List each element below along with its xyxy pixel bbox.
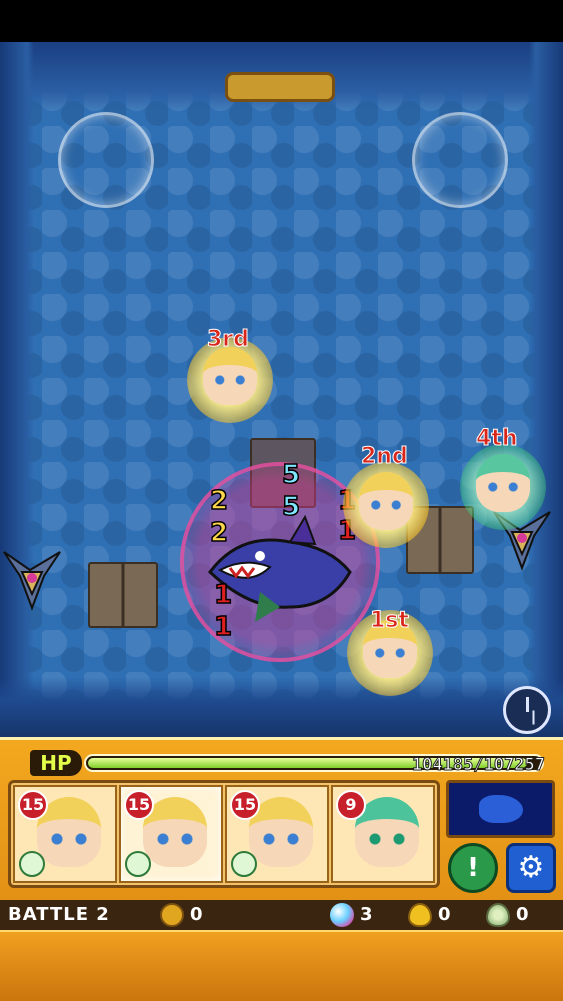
- card-eyes: [155, 833, 195, 845]
- party-card-4[interactable]: 9: [331, 785, 435, 883]
- status-row: BATTLE 2 0 3 0 0: [0, 900, 563, 930]
- field-border-bottom: [0, 677, 563, 737]
- hp-label: HP: [30, 750, 82, 776]
- block-wall-left: [88, 562, 158, 628]
- orb-icon: [330, 903, 354, 927]
- coin-value: 0: [190, 904, 203, 925]
- party-card-3[interactable]: 15: [225, 785, 329, 883]
- gear-icon[interactable]: ⚙: [506, 843, 556, 893]
- card-level-badge: 15: [18, 790, 48, 820]
- card-level-badge: 15: [124, 790, 154, 820]
- hp-value: 104185/107257: [411, 755, 545, 776]
- orb-value: 3: [360, 904, 373, 925]
- wood-element-icon: [19, 851, 45, 877]
- party-frame: 15 15 15 9: [8, 780, 440, 888]
- turn-counter: 1: [213, 580, 233, 610]
- bottom-panel: HP 104185/107257 15 15 15 9 ! ⚙ BATTLE 2…: [0, 737, 563, 1001]
- gold-egg-value: 0: [438, 904, 451, 925]
- battle-text: BATTLE: [8, 904, 89, 925]
- wood-element-icon: [125, 851, 151, 877]
- battle-label: BATTLE 2: [8, 904, 110, 925]
- battlefield: 2 2 5 5 1 1 1 1 3rd 2nd 4th 1st: [0, 42, 563, 737]
- card-eyes: [49, 833, 89, 845]
- silver-egg-icon: [486, 903, 510, 927]
- unit-eyes: [369, 500, 403, 510]
- turn-order-label: 4th: [476, 426, 518, 452]
- unit-eyes: [373, 648, 407, 658]
- warp-portal-left: [58, 112, 154, 208]
- turn-order-label: 2nd: [361, 444, 409, 470]
- top-black-bar: [0, 0, 563, 42]
- card-level-badge: 9: [336, 790, 366, 820]
- minion-enemy-left[interactable]: [0, 532, 64, 612]
- field-border-left: [0, 42, 34, 737]
- party-card-2[interactable]: 15: [119, 785, 223, 883]
- player-unit-4th[interactable]: [460, 444, 546, 530]
- card-eyes: [261, 833, 301, 845]
- warp-portal-right: [412, 112, 508, 208]
- turn-order-label: 3rd: [207, 327, 250, 353]
- silver-egg-value: 0: [516, 904, 529, 925]
- panel-footer: [0, 930, 563, 1001]
- wood-element-icon: [231, 851, 257, 877]
- turn-order-label: 1st: [370, 608, 410, 634]
- turn-counter: 5: [281, 492, 301, 522]
- card-level-badge: 15: [230, 790, 260, 820]
- turn-counter: 2: [209, 486, 229, 516]
- boss-radar-icon[interactable]: [446, 780, 555, 838]
- party-card-1[interactable]: 15: [13, 785, 117, 883]
- coin-icon: [160, 903, 184, 927]
- gate-ornament: [225, 72, 335, 102]
- unit-eyes: [486, 482, 520, 492]
- card-eyes: [367, 833, 407, 845]
- turn-counter: 2: [209, 518, 229, 548]
- clock-icon[interactable]: [503, 686, 551, 734]
- unit-eyes: [213, 375, 247, 385]
- battle-number: 2: [96, 904, 110, 925]
- turn-counter: 5: [281, 460, 301, 490]
- gold-egg-icon: [408, 903, 432, 927]
- hp-row: HP 104185/107257: [0, 748, 563, 778]
- field-border-right: [529, 42, 563, 737]
- player-unit-2nd[interactable]: [343, 462, 429, 548]
- strike-shot-button[interactable]: !: [448, 843, 498, 893]
- turn-counter: 1: [213, 612, 233, 642]
